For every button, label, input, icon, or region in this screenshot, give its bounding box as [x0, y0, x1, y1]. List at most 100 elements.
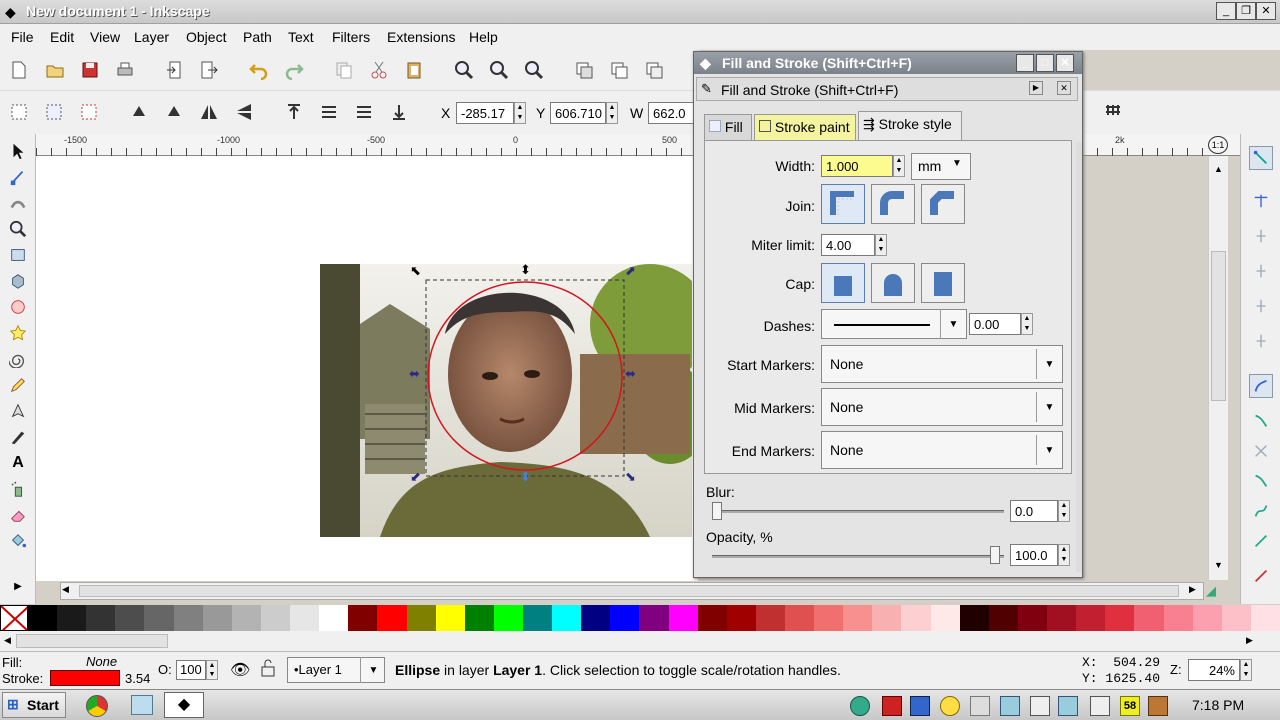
close-button[interactable]: ✕: [1256, 2, 1276, 20]
color-swatch[interactable]: [610, 605, 640, 631]
width-field[interactable]: 662.0: [648, 102, 694, 124]
bevel-join-button[interactable]: [921, 184, 965, 224]
tweak-tool-icon[interactable]: [6, 191, 30, 215]
scale-handle-bottom-left-icon[interactable]: ⬋: [410, 469, 421, 485]
dash-offset-field[interactable]: 0.00: [969, 313, 1021, 335]
eraser-tool-icon[interactable]: [6, 503, 30, 527]
color-swatch[interactable]: [872, 605, 902, 631]
snap-paths-icon[interactable]: [1249, 409, 1273, 433]
new-document-icon[interactable]: [6, 57, 32, 83]
canvas-corner-icon[interactable]: ◢: [1206, 583, 1228, 601]
scroll-left-icon[interactable]: ◀: [62, 584, 69, 595]
dialog-iconify-icon[interactable]: ▶: [1029, 81, 1043, 95]
palette-scroll-thumb[interactable]: [16, 634, 168, 648]
3d-box-tool-icon[interactable]: [6, 269, 30, 293]
notification-badge[interactable]: 58: [1120, 696, 1140, 716]
raise-to-top-icon[interactable]: [281, 99, 307, 125]
color-swatch[interactable]: [1105, 605, 1135, 631]
app-tray-icon[interactable]: [1148, 696, 1168, 716]
flip-vertical-icon[interactable]: [231, 99, 257, 125]
snap-midpoints-icon[interactable]: [1249, 529, 1273, 553]
opacity-status-field[interactable]: 100: [176, 660, 206, 680]
miter-join-button[interactable]: [821, 184, 865, 224]
snap-bbox-center-icon[interactable]: [1249, 329, 1273, 353]
lower-icon[interactable]: [351, 99, 377, 125]
menu-filters[interactable]: Filters: [332, 29, 370, 45]
color-swatch[interactable]: [522, 605, 553, 631]
scroll-left-icon[interactable]: ◀: [4, 635, 11, 646]
redo-icon[interactable]: [281, 57, 307, 83]
maximize-button[interactable]: ❐: [1236, 2, 1256, 20]
scale-handle-top-icon[interactable]: ⬍: [520, 262, 531, 278]
mid-markers-select[interactable]: None ▼: [821, 388, 1063, 426]
color-swatch[interactable]: [1192, 605, 1223, 631]
node-tool-icon[interactable]: [6, 165, 30, 189]
stroke-width-value[interactable]: 3.54: [125, 671, 150, 686]
start-button[interactable]: ⊞ Start: [2, 692, 66, 718]
color-swatch[interactable]: [435, 605, 466, 631]
antivirus-tray-icon[interactable]: [882, 696, 902, 716]
dash-pattern-select[interactable]: ▼: [821, 309, 967, 339]
selector-tool-icon[interactable]: [6, 139, 30, 163]
zoom-selection-icon[interactable]: [451, 57, 477, 83]
color-swatch[interactable]: [406, 605, 437, 631]
opacity-slider-handle[interactable]: [990, 546, 1000, 564]
calligraphy-tool-icon[interactable]: [6, 425, 30, 449]
color-swatch[interactable]: [901, 605, 932, 631]
dialog-header-close-icon[interactable]: ✕: [1057, 81, 1071, 95]
color-swatch[interactable]: [1047, 605, 1077, 631]
menu-file[interactable]: File: [11, 29, 34, 45]
blur-spinner-icon[interactable]: ▲ ▼: [1058, 500, 1070, 522]
selected-ellipse[interactable]: [416, 266, 636, 486]
export-icon[interactable]: [196, 57, 222, 83]
scroll-right-icon[interactable]: ▶: [1189, 584, 1196, 595]
tab-fill[interactable]: Fill: [704, 114, 752, 140]
stroke-width-field[interactable]: 1.000: [821, 155, 893, 177]
scroll-up-icon[interactable]: ▲: [1214, 164, 1223, 174]
dialog-scrollbar[interactable]: [1076, 142, 1082, 572]
round-cap-button[interactable]: [871, 263, 915, 303]
color-swatch[interactable]: [1076, 605, 1106, 631]
lower-to-bottom-icon[interactable]: [386, 99, 412, 125]
network-tray-icon[interactable]: [850, 696, 870, 716]
snap-enable-icon[interactable]: [1249, 146, 1273, 170]
snap-icon[interactable]: [1100, 99, 1126, 125]
color-swatch[interactable]: [28, 605, 58, 631]
undo-icon[interactable]: [246, 57, 272, 83]
palette-scrollbar[interactable]: ◀ ▶: [0, 631, 1280, 651]
snap-bbox-midpoint-icon[interactable]: [1249, 294, 1273, 318]
chrome-taskbar-icon[interactable]: [86, 695, 108, 717]
app-tray-icon[interactable]: [1000, 696, 1020, 716]
dash-offset-spinner-icon[interactable]: ▲ ▼: [1021, 313, 1033, 335]
color-swatch[interactable]: [493, 605, 524, 631]
clone-icon[interactable]: [606, 57, 632, 83]
width-spinner-icon[interactable]: ▲ ▼: [893, 155, 905, 177]
color-swatch[interactable]: [173, 605, 204, 631]
spiral-tool-icon[interactable]: [6, 347, 30, 371]
tab-stroke-paint[interactable]: Stroke paint: [754, 114, 856, 140]
scale-handle-top-right-icon[interactable]: ⬈: [625, 263, 636, 279]
square-cap-button[interactable]: [921, 263, 965, 303]
color-swatch[interactable]: [843, 605, 873, 631]
zoom-spinner-icon[interactable]: ▲ ▼: [1240, 659, 1252, 681]
rotate-ccw-icon[interactable]: [126, 99, 152, 125]
app-tray-icon[interactable]: [910, 696, 930, 716]
scale-handle-right-icon[interactable]: ⬌: [625, 366, 636, 382]
start-markers-select[interactable]: None ▼: [821, 345, 1063, 383]
import-icon[interactable]: [162, 57, 188, 83]
horizontal-scrollbar[interactable]: ◀ ▶: [60, 582, 1204, 600]
opacity-field[interactable]: 100.0: [1010, 544, 1058, 566]
text-tool-icon[interactable]: A: [6, 451, 30, 475]
stroke-color-swatch[interactable]: [50, 670, 120, 686]
ellipse-tool-icon[interactable]: [6, 295, 30, 319]
duplicate-icon[interactable]: [571, 57, 597, 83]
y-coordinate-field[interactable]: 606.710: [550, 102, 606, 124]
menu-object[interactable]: Object: [186, 29, 226, 45]
butt-cap-button[interactable]: [821, 263, 865, 303]
x-spinner-icon[interactable]: ▲ ▼: [514, 102, 526, 124]
scroll-down-icon[interactable]: ▼: [1214, 560, 1223, 570]
color-swatch[interactable]: [1221, 605, 1252, 631]
scale-handle-left-icon[interactable]: ⬌: [409, 366, 420, 382]
miter-limit-field[interactable]: 4.00: [821, 234, 875, 256]
color-swatch[interactable]: [1163, 605, 1194, 631]
